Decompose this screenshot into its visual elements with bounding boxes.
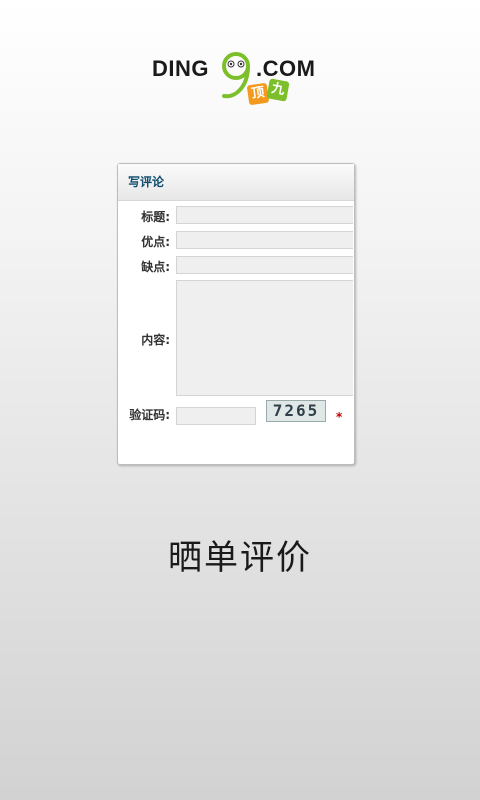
- panel-title: 写评论: [128, 175, 165, 189]
- captcha-input[interactable]: [176, 407, 256, 425]
- content-label: 内容:: [141, 333, 170, 347]
- captcha-image[interactable]: 7265: [266, 400, 326, 422]
- pros-input[interactable]: [176, 231, 353, 249]
- cons-label: 缺点:: [141, 260, 170, 274]
- dingjiu-logo: DING .COM 顶 九: [152, 52, 322, 112]
- pros-label: 优点:: [141, 235, 170, 249]
- cons-input[interactable]: [176, 256, 353, 274]
- logo-tag-ding: 顶: [246, 82, 270, 106]
- logo-tag-jiu: 九: [266, 78, 290, 102]
- screen-caption: 晒单评价: [168, 538, 312, 578]
- logo-text-left: DING: [152, 56, 209, 81]
- content-textarea[interactable]: [176, 280, 353, 396]
- review-form-panel: 写评论 标题: 优点: 缺点: 内容: 验证码: 7265 *: [117, 163, 355, 465]
- title-label: 标题:: [141, 210, 170, 224]
- title-input[interactable]: [176, 206, 353, 224]
- captcha-label: 验证码:: [129, 408, 170, 422]
- required-mark: *: [336, 410, 343, 424]
- panel-header: 写评论: [118, 164, 354, 201]
- logo-text-right: .COM: [256, 56, 316, 81]
